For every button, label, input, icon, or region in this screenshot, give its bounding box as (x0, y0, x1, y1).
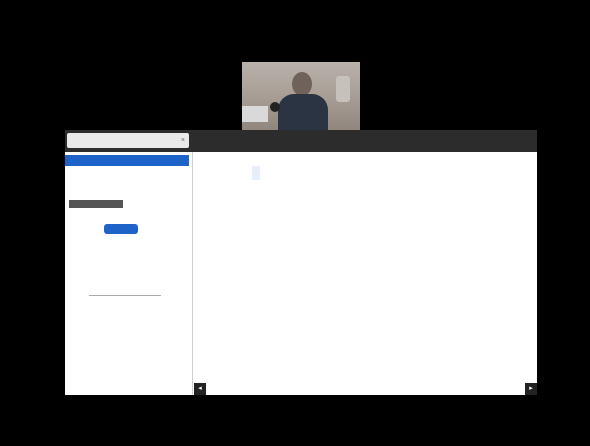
main-canvas[interactable]: ◂ ▸ (194, 152, 537, 395)
app-window: × ◂ ▸ (65, 130, 537, 395)
side-panel (65, 152, 193, 395)
microphone-icon (270, 102, 280, 112)
panel-selected-item[interactable] (65, 155, 189, 166)
presenter-body (278, 94, 328, 132)
top-toolbar: × (65, 130, 537, 152)
panel-progress-bar (69, 200, 123, 208)
equation-highlight (252, 166, 260, 180)
prev-page-icon[interactable]: ◂ (194, 383, 206, 395)
equation-main (252, 166, 260, 180)
background-lamp (336, 76, 350, 102)
background-object (242, 106, 268, 122)
next-page-icon[interactable]: ▸ (525, 383, 537, 395)
webcam-overlay (242, 62, 360, 132)
panel-action-button[interactable] (104, 224, 138, 234)
presenter-head (292, 72, 312, 96)
document-tab[interactable]: × (67, 133, 189, 148)
divider (89, 295, 161, 296)
screen: × ◂ ▸ (0, 0, 590, 446)
close-icon[interactable]: × (181, 133, 185, 148)
